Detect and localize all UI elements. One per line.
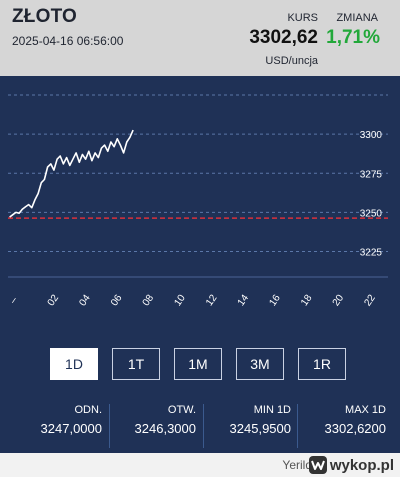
stat-value: 3247,0000 — [40, 421, 102, 436]
range-button-1r[interactable]: 1R — [298, 348, 346, 380]
stat-value: 3246,3000 — [134, 421, 196, 436]
x-tick-label: 04 — [77, 292, 93, 308]
x-tick-label: 22 — [362, 292, 378, 308]
x-tick-label: 06 — [109, 292, 125, 308]
x-tick-label: 10 — [172, 292, 188, 308]
quote-header: ZŁOTO 2025-04-16 06:56:00 KURS 3302,62 U… — [0, 0, 400, 76]
x-tick-label: – — [8, 295, 20, 306]
stat-value: 3302,6200 — [324, 421, 386, 436]
x-tick-label: 20 — [331, 292, 347, 308]
y-tick-label: 3300 — [360, 130, 383, 141]
quote-timestamp: 2025-04-16 06:56:00 — [12, 34, 124, 48]
stat-odn: ODN. 3247,0000 — [12, 404, 102, 436]
daily-stats: ODN. 3247,0000 OTW. 3246,3000 MIN 1D 324… — [0, 404, 400, 448]
unit-label: USD/uncja — [265, 55, 318, 67]
x-tick-label: 18 — [299, 292, 315, 308]
x-tick-label: 16 — [267, 292, 283, 308]
chart-panel: 3300 3275 3250 3225–02 04 06 08 10 12 14 16 18 20 22 … — [0, 76, 400, 453]
x-tick-label: 14 — [236, 292, 252, 308]
stat-label: MAX 1D — [345, 404, 386, 416]
x-tick-label: 02 — [46, 292, 62, 308]
stat-label: OTW. — [167, 404, 196, 416]
image-footer: Yerild wykop.pl — [0, 453, 400, 477]
range-button-1d[interactable]: 1D — [50, 348, 98, 380]
zmiana-label: ZMIANA — [336, 12, 378, 24]
instrument-title: ZŁOTO — [12, 6, 78, 27]
wykop-brand: wykop.pl — [308, 456, 394, 474]
range-button-1m[interactable]: 1M — [174, 348, 222, 380]
kurs-value: 3302,62 — [249, 27, 318, 48]
range-selector: 1D 1T 1M 3M 1R — [0, 348, 400, 384]
range-button-3m[interactable]: 3M — [236, 348, 284, 380]
x-tick-label: 08 — [141, 292, 157, 308]
price-chart[interactable]: 3300327532503225– 02 04 06 08 10 12 14 16 18 20 22 — [0, 76, 400, 338]
zmiana-value: 1,71% — [326, 27, 380, 48]
stat-otw: OTW. 3246,3000 — [106, 404, 196, 436]
author-credit: Yerild — [282, 458, 312, 472]
stat-min-1d: MIN 1D 3245,9500 — [201, 404, 291, 436]
gold-quote-screen: ZŁOTO 2025-04-16 06:56:00 KURS 3302,62 U… — [0, 0, 400, 477]
range-button-1t[interactable]: 1T — [112, 348, 160, 380]
stat-label: ODN. — [74, 404, 103, 416]
y-tick-label: 3275 — [360, 169, 383, 180]
stat-max-1d: MAX 1D 3302,6200 — [296, 404, 386, 436]
stat-value: 3245,9500 — [229, 421, 291, 436]
wykop-text: wykop.pl — [329, 456, 394, 474]
kurs-label: KURS — [287, 12, 318, 24]
y-tick-label: 3225 — [360, 248, 383, 259]
wykop-logo-icon — [308, 456, 327, 474]
stat-label: MIN 1D — [253, 404, 291, 416]
x-tick-label: 12 — [204, 292, 220, 308]
